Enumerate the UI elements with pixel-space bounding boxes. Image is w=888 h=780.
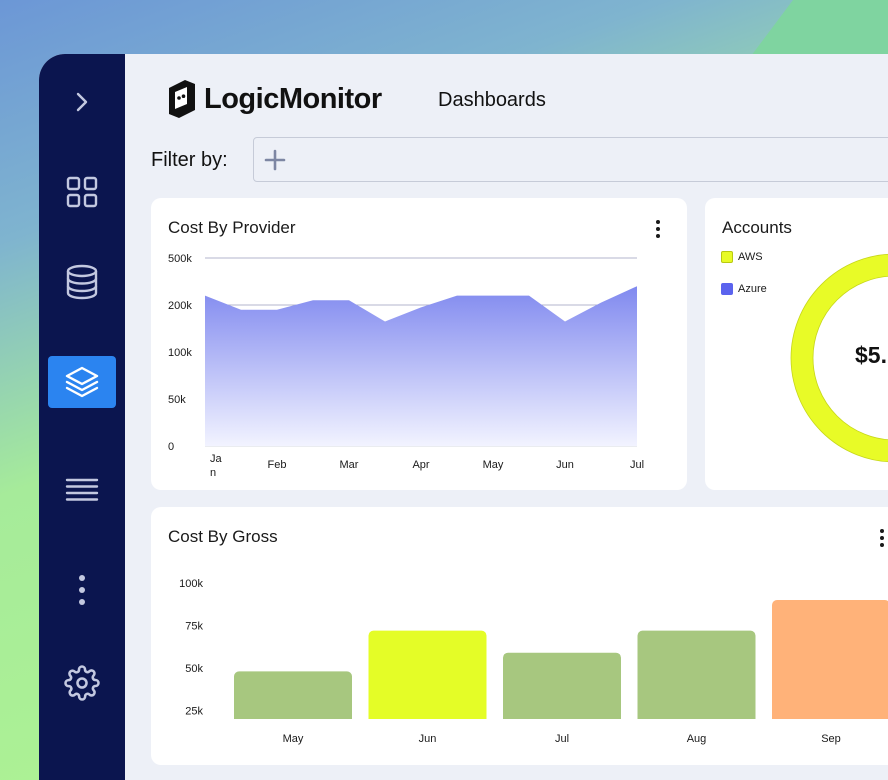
grid-icon [66, 176, 98, 208]
sidebar-item-settings[interactable] [48, 657, 116, 709]
x-tick-label: Apr [412, 459, 429, 471]
sidebar-more-button[interactable] [48, 564, 116, 616]
y-tick-label: 75k [185, 621, 203, 633]
area-series [205, 286, 637, 446]
bar-sep[interactable] [772, 600, 888, 719]
x-tick-label: Sep [821, 733, 841, 745]
filter-input[interactable] [253, 137, 888, 182]
sidebar-item-dashboards-grid[interactable] [48, 166, 116, 218]
sidebar-item-layers[interactable] [48, 356, 116, 408]
x-tick-label: Aug [687, 733, 707, 745]
logo[interactable]: LogicMonitor [165, 78, 382, 120]
gear-icon [64, 665, 100, 701]
x-tick-label: n [210, 467, 216, 479]
header: LogicMonitor Dashboards [125, 54, 888, 144]
x-tick-label: Feb [268, 459, 287, 471]
y-tick-label: 100k [168, 347, 192, 359]
logicmonitor-logo-icon [169, 80, 195, 118]
plus-icon[interactable] [264, 149, 286, 171]
x-tick-label: Jul [630, 459, 644, 471]
bar-may[interactable] [234, 671, 352, 719]
y-tick-label: 0 [168, 441, 174, 453]
x-tick-label: May [283, 733, 304, 745]
y-tick-label: 50k [168, 394, 186, 406]
bar-aug[interactable] [637, 630, 756, 719]
bar-base [772, 713, 888, 719]
sidebar-item-resources[interactable] [48, 256, 116, 308]
x-tick-label: Jun [419, 733, 437, 745]
bar-jul[interactable] [503, 652, 621, 719]
list-icon [65, 478, 99, 501]
cost-by-provider-chart: 500k 200k 100k 50k 0 Ja n Feb Mar Apr May Jun Jul [168, 253, 644, 479]
filter-label: Filter by: [151, 149, 228, 171]
chevron-right-icon [76, 92, 88, 112]
accounts-total: $5. [855, 342, 887, 368]
bar-jun[interactable] [368, 630, 487, 719]
bar-base [234, 713, 352, 719]
y-tick-label: 100k [179, 578, 203, 590]
y-tick-label: 50k [185, 663, 203, 675]
bar-base [503, 713, 621, 719]
x-tick-label: Jun [556, 459, 574, 471]
cost-by-gross-chart: 100k 75k 50k 25k May Jun Jul Aug Sep [179, 578, 888, 745]
cost-by-gross-card: Cost By Gross 100k 75k 50k 25k May Jun Jul Aug… [151, 507, 888, 765]
more-vertical-icon [79, 575, 85, 605]
bar-base [368, 713, 487, 719]
x-tick-label: Mar [340, 459, 359, 471]
expand-sidebar-button[interactable] [48, 76, 116, 128]
cost-by-provider-card: Cost By Provider 500k 200k 100k 50k 0 Ja n Feb… [151, 198, 687, 490]
brand-name: LogicMonitor [204, 82, 382, 115]
app-window: LogicMonitor Dashboards Filter by: Cost … [39, 54, 888, 780]
sidebar [39, 54, 125, 780]
main-content: LogicMonitor Dashboards Filter by: Cost … [125, 54, 888, 780]
x-tick-label: Ja [210, 453, 223, 465]
x-tick-label: May [483, 459, 504, 471]
database-icon [66, 264, 98, 300]
background-accent [748, 0, 888, 60]
layers-icon [65, 366, 99, 398]
y-tick-label: 25k [185, 706, 203, 718]
sidebar-item-list[interactable] [48, 464, 116, 516]
x-tick-label: Jul [555, 733, 569, 745]
y-tick-label: 500k [168, 253, 192, 265]
page-title: Dashboards [438, 89, 546, 111]
y-tick-label: 200k [168, 300, 192, 312]
bar-base [637, 713, 756, 719]
accounts-card: Accounts AWS Azure $5. [705, 198, 888, 490]
